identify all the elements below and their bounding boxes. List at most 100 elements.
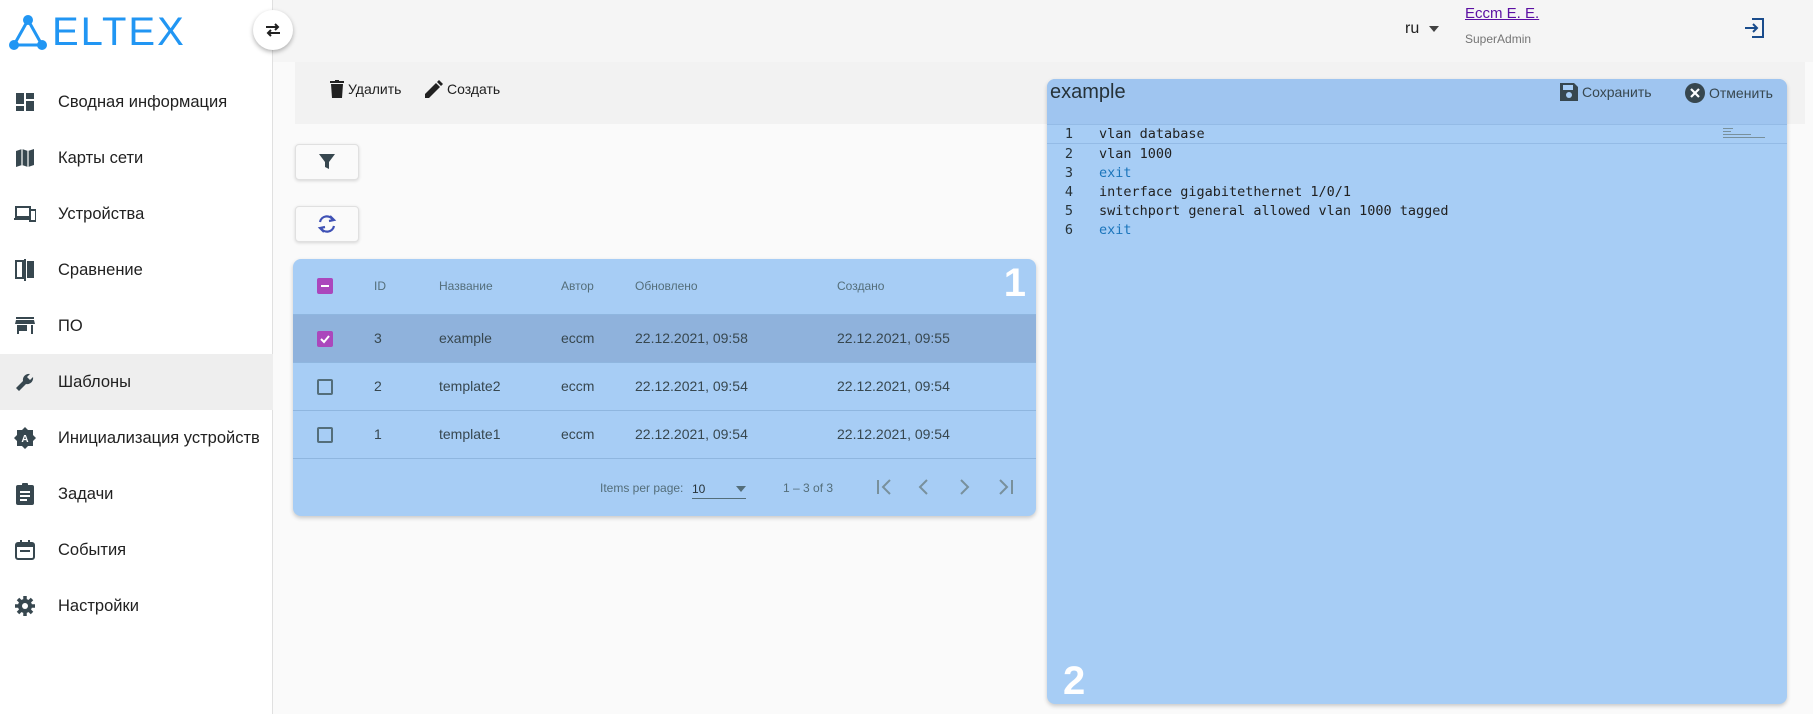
cell-created: 22.12.2021, 09:54 [837,426,950,442]
first-page-button[interactable] [876,479,894,495]
delete-label: Удалить [348,81,402,97]
code-text: vlan database [1099,126,1205,142]
column-header-author[interactable]: Автор [561,279,594,293]
line-number: 6 [1064,221,1073,238]
column-header-id[interactable]: ID [374,279,386,293]
editor-title: example [1050,81,1126,103]
sidebar-item-label: Шаблоны [58,372,131,391]
code-editor[interactable]: 1 vlan database 2 vlan 1000 3 exit 4 int… [1047,125,1787,239]
gear-icon [13,594,37,618]
save-button[interactable]: Сохранить [1560,83,1652,101]
cell-created: 22.12.2021, 09:55 [837,330,950,346]
refresh-button[interactable] [295,206,359,242]
logout-button[interactable] [1744,18,1764,43]
column-header-name[interactable]: Название [439,279,493,293]
items-per-page-select[interactable]: 10 [692,479,746,499]
row-checkbox[interactable] [317,379,333,395]
user-info: Eccm E. E. SuperAdmin [1465,5,1539,46]
create-button[interactable]: Создать [425,80,500,98]
sidebar-item-label: Инициализация устройств [58,428,260,447]
assignment-icon [13,482,37,506]
row-checkbox[interactable] [317,427,333,443]
panel-badge-2: 2 [1063,659,1086,703]
code-line: 2 vlan 1000 [1047,144,1787,163]
language-value: ru [1405,20,1420,37]
table-row[interactable]: 1 template1 eccm 22.12.2021, 09:54 22.12… [293,410,1036,458]
swap-icon [266,23,280,37]
row-checkbox[interactable] [317,331,333,347]
cancel-button[interactable]: Отменить [1685,83,1773,103]
dashboard-icon [13,90,37,114]
sidebar-item-maps[interactable]: Карты сети [0,130,273,186]
code-line: 6 exit [1047,220,1787,239]
sidebar-toggle-button[interactable] [253,10,293,50]
sidebar-item-label: Задачи [58,484,114,503]
line-number: 1 [1064,126,1073,142]
sidebar-item-templates[interactable]: Шаблоны [0,354,273,410]
sidebar-item-compare[interactable]: Сравнение [0,242,273,298]
code-text: interface gigabitethernet 1/0/1 [1099,183,1351,200]
next-page-button[interactable] [958,479,970,495]
sidebar-item-software[interactable]: ПО [0,298,273,354]
filter-icon [319,154,335,169]
cancel-label: Отменить [1709,85,1773,101]
cell-name: template1 [439,426,501,442]
paginator: Items per page: 10 1 – 3 of 3 [293,458,1036,516]
items-per-page-value: 10 [692,481,706,496]
close-circle-icon [1685,83,1705,103]
column-header-created[interactable]: Создано [837,279,884,293]
language-select[interactable]: ru [1405,20,1440,38]
user-role: SuperAdmin [1465,32,1532,46]
cell-author: eccm [561,426,595,442]
sidebar-item-tasks[interactable]: Задачи [0,466,273,522]
map-icon [13,146,37,170]
sidebar-item-devices[interactable]: Устройства [0,186,273,242]
devices-icon [13,202,37,226]
sidebar-nav: Сводная информация Карты сети Устройства… [0,74,273,634]
cell-updated: 22.12.2021, 09:58 [635,330,748,346]
refresh-icon [317,215,337,233]
filter-button[interactable] [295,144,359,180]
sidebar-item-events[interactable]: События [0,522,273,578]
table-row[interactable]: 2 template2 eccm 22.12.2021, 09:54 22.12… [293,362,1036,410]
sidebar-item-label: Настройки [58,596,139,615]
cell-author: eccm [561,330,595,346]
line-number: 4 [1064,183,1073,200]
save-label: Сохранить [1582,84,1652,100]
auto-init-icon: A [13,426,37,450]
previous-page-button[interactable] [918,479,930,495]
chevron-down-icon [736,485,746,492]
code-text: exit [1099,164,1132,181]
logo-icon [9,15,47,50]
sidebar-item-label: Карты сети [58,148,144,167]
code-text: exit [1099,221,1132,238]
compare-icon [13,258,37,282]
column-header-updated[interactable]: Обновлено [635,279,698,293]
svg-text:A: A [21,434,28,445]
table-row[interactable]: 3 example eccm 22.12.2021, 09:58 22.12.2… [293,314,1036,362]
line-number: 3 [1064,164,1073,181]
eltex-logo: ELTEX [8,12,186,52]
pencil-icon [425,80,443,98]
code-text: switchport general allowed vlan 1000 tag… [1099,202,1449,219]
last-page-button[interactable] [996,479,1014,495]
wrench-icon [13,370,37,394]
store-icon [13,314,37,338]
template-editor: example Сохранить Отменить 1 vlan databa… [1047,79,1787,704]
delete-button[interactable]: Удалить [330,80,401,98]
event-icon [13,538,37,562]
chevron-right-icon [960,479,970,495]
chevron-left-icon [918,479,928,495]
code-line: 4 interface gigabitethernet 1/0/1 [1047,182,1787,201]
top-bar [273,0,1813,62]
user-name-link[interactable]: Eccm E. E. [1465,5,1539,22]
table-header: ID Название Автор Обновлено Создано [293,259,1036,314]
sidebar-item-label: События [58,540,127,559]
sidebar-item-device-init[interactable]: A Инициализация устройств [0,410,273,466]
app-root: ELTEX Сводная информация Карты сети Устр… [0,0,1813,714]
select-all-checkbox[interactable] [317,278,333,294]
editor-header: example Сохранить Отменить [1047,79,1787,125]
sidebar-item-settings[interactable]: Настройки [0,578,273,634]
sidebar-item-summary[interactable]: Сводная информация [0,74,273,130]
create-label: Создать [447,81,501,97]
